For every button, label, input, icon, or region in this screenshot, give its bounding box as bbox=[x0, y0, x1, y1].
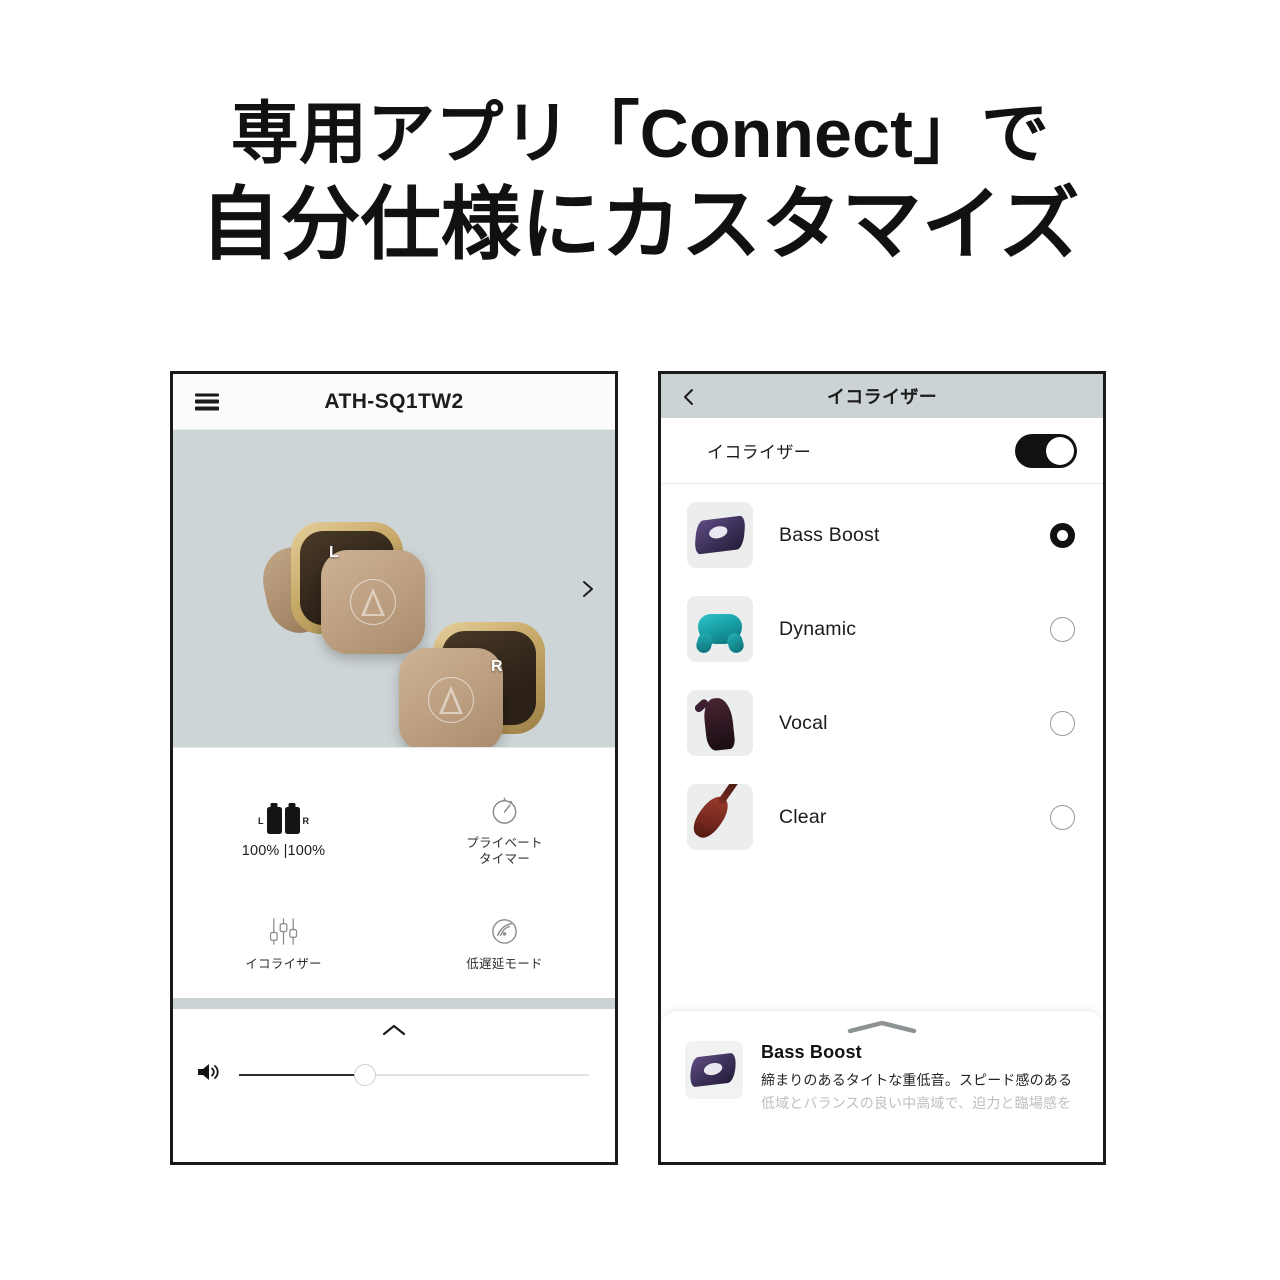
battery-right-label: R bbox=[302, 815, 310, 826]
toggle-knob bbox=[1046, 436, 1074, 465]
audio-technica-logo-icon bbox=[350, 579, 396, 625]
audio-technica-logo-icon bbox=[428, 677, 474, 723]
battery-pair-icon: L R bbox=[258, 798, 309, 834]
preset-name: Dynamic bbox=[779, 617, 857, 640]
hamburger-bar bbox=[195, 406, 219, 410]
earbud-face bbox=[321, 550, 425, 654]
tile-battery[interactable]: L R 100% |100% bbox=[173, 772, 394, 885]
preset-radio[interactable] bbox=[1050, 804, 1075, 830]
preset-detail-sheet[interactable]: Bass Boost 締まりのあるタイトな重低音。スピード感のある 低域とバラン… bbox=[661, 1010, 1103, 1162]
preset-radio-selected[interactable] bbox=[1050, 522, 1075, 548]
speaker-volume-icon[interactable] bbox=[195, 1061, 221, 1088]
hamburger-icon[interactable] bbox=[195, 393, 219, 410]
left-app-topbar: ATH-SQ1TW2 bbox=[173, 374, 615, 430]
section-separator-bar bbox=[173, 998, 615, 1009]
chevron-left-icon[interactable] bbox=[681, 388, 697, 405]
preset-radio[interactable] bbox=[1050, 710, 1075, 736]
volume-slider-track[interactable] bbox=[239, 1063, 589, 1086]
volume-panel bbox=[173, 1009, 615, 1113]
volume-slider-row[interactable] bbox=[173, 1043, 615, 1088]
hamburger-bar bbox=[195, 399, 219, 404]
list-item[interactable]: Dynamic bbox=[661, 582, 1103, 676]
battery-left-icon bbox=[266, 807, 282, 834]
volume-slider-fill bbox=[239, 1073, 365, 1076]
equalizer-tile-label: イコライザー bbox=[245, 957, 322, 971]
battery-left-label: L bbox=[258, 815, 264, 826]
equalizer-toggle-switch[interactable] bbox=[1015, 433, 1077, 468]
headline-line-1: 専用アプリ「Connect」で bbox=[230, 96, 1050, 172]
gamepad-artwork bbox=[698, 614, 742, 644]
headline-line-2: 自分仕様にカスタマイズ bbox=[200, 180, 1080, 269]
hamburger-bar bbox=[195, 393, 219, 397]
sheet-description-line-1: 締まりのあるタイトな重低音。スピード感のある bbox=[761, 1072, 1073, 1088]
sheet-thumbnail-turntable bbox=[685, 1041, 743, 1099]
chevron-up-handle-icon[interactable] bbox=[661, 1011, 1103, 1035]
chevron-right-icon[interactable] bbox=[577, 579, 597, 599]
list-item[interactable]: Clear bbox=[661, 770, 1103, 864]
turntable-artwork bbox=[689, 1052, 737, 1088]
preset-name: Vocal bbox=[779, 711, 828, 734]
preset-name: Bass Boost bbox=[779, 523, 880, 546]
equalizer-sliders-icon bbox=[267, 911, 300, 947]
device-title: ATH-SQ1TW2 bbox=[324, 389, 464, 413]
low-latency-radar-icon bbox=[488, 911, 521, 947]
left-phone-screenshot: ATH-SQ1TW2 L R L R 100% |100% プライベート タイマ… bbox=[170, 371, 618, 1165]
feature-tiles-grid: L R 100% |100% プライベート タイマー イコライザー 低遅延モード bbox=[173, 748, 615, 998]
equalizer-enable-row[interactable]: イコライザー bbox=[661, 418, 1103, 484]
preset-thumbnail-singer bbox=[687, 690, 753, 756]
preset-list: Bass Boost Dynamic Vocal Clear bbox=[661, 484, 1103, 864]
low-latency-tile-label: 低遅延モード bbox=[466, 957, 543, 971]
equalizer-topbar: イコライザー bbox=[661, 374, 1103, 418]
preset-name: Clear bbox=[779, 805, 827, 828]
preset-thumbnail-turntable bbox=[687, 502, 753, 568]
right-channel-label: R bbox=[491, 658, 503, 675]
battery-right-icon bbox=[284, 807, 300, 834]
device-hero-image: L R bbox=[173, 430, 615, 747]
private-timer-label-line1: プライベート bbox=[466, 836, 543, 850]
chevron-up-icon[interactable] bbox=[173, 1017, 615, 1043]
private-timer-label: プライベート タイマー bbox=[466, 835, 543, 867]
preset-thumbnail-gamepad bbox=[687, 596, 753, 662]
turntable-artwork bbox=[694, 515, 746, 555]
earbud-face bbox=[399, 648, 503, 747]
page-headline: 専用アプリ「Connect」で 自分仕様にカスタマイズ bbox=[0, 92, 1280, 274]
sheet-preset-title: Bass Boost bbox=[761, 1042, 862, 1062]
volume-slider-knob[interactable] bbox=[354, 1063, 376, 1086]
preset-radio[interactable] bbox=[1050, 616, 1075, 642]
stopwatch-icon bbox=[488, 790, 521, 826]
left-channel-label: L bbox=[329, 544, 339, 561]
list-item[interactable]: Bass Boost bbox=[661, 488, 1103, 582]
right-phone-screenshot: イコライザー イコライザー Bass Boost Dynamic Vocal C… bbox=[658, 371, 1106, 1165]
sheet-content: Bass Boost 締まりのあるタイトな重低音。スピード感のある 低域とバラン… bbox=[661, 1035, 1103, 1113]
singer-artwork bbox=[702, 696, 736, 752]
sheet-description-line-2: 低域とバランスの良い中高域で、迫力と臨場感を bbox=[761, 1095, 1072, 1111]
equalizer-toggle-label: イコライザー bbox=[707, 443, 812, 462]
tile-private-timer[interactable]: プライベート タイマー bbox=[394, 772, 615, 885]
list-item[interactable]: Vocal bbox=[661, 676, 1103, 770]
tile-low-latency[interactable]: 低遅延モード bbox=[394, 885, 615, 998]
equalizer-page-title: イコライザー bbox=[826, 387, 938, 407]
tile-equalizer[interactable]: イコライザー bbox=[173, 885, 394, 998]
battery-percent-label: 100% |100% bbox=[241, 843, 326, 859]
private-timer-label-line2: タイマー bbox=[478, 852, 530, 866]
violin-artwork bbox=[687, 791, 735, 843]
sheet-text-block: Bass Boost 締まりのあるタイトな重低音。スピード感のある 低域とバラン… bbox=[761, 1041, 1079, 1113]
preset-thumbnail-violin bbox=[687, 784, 753, 850]
